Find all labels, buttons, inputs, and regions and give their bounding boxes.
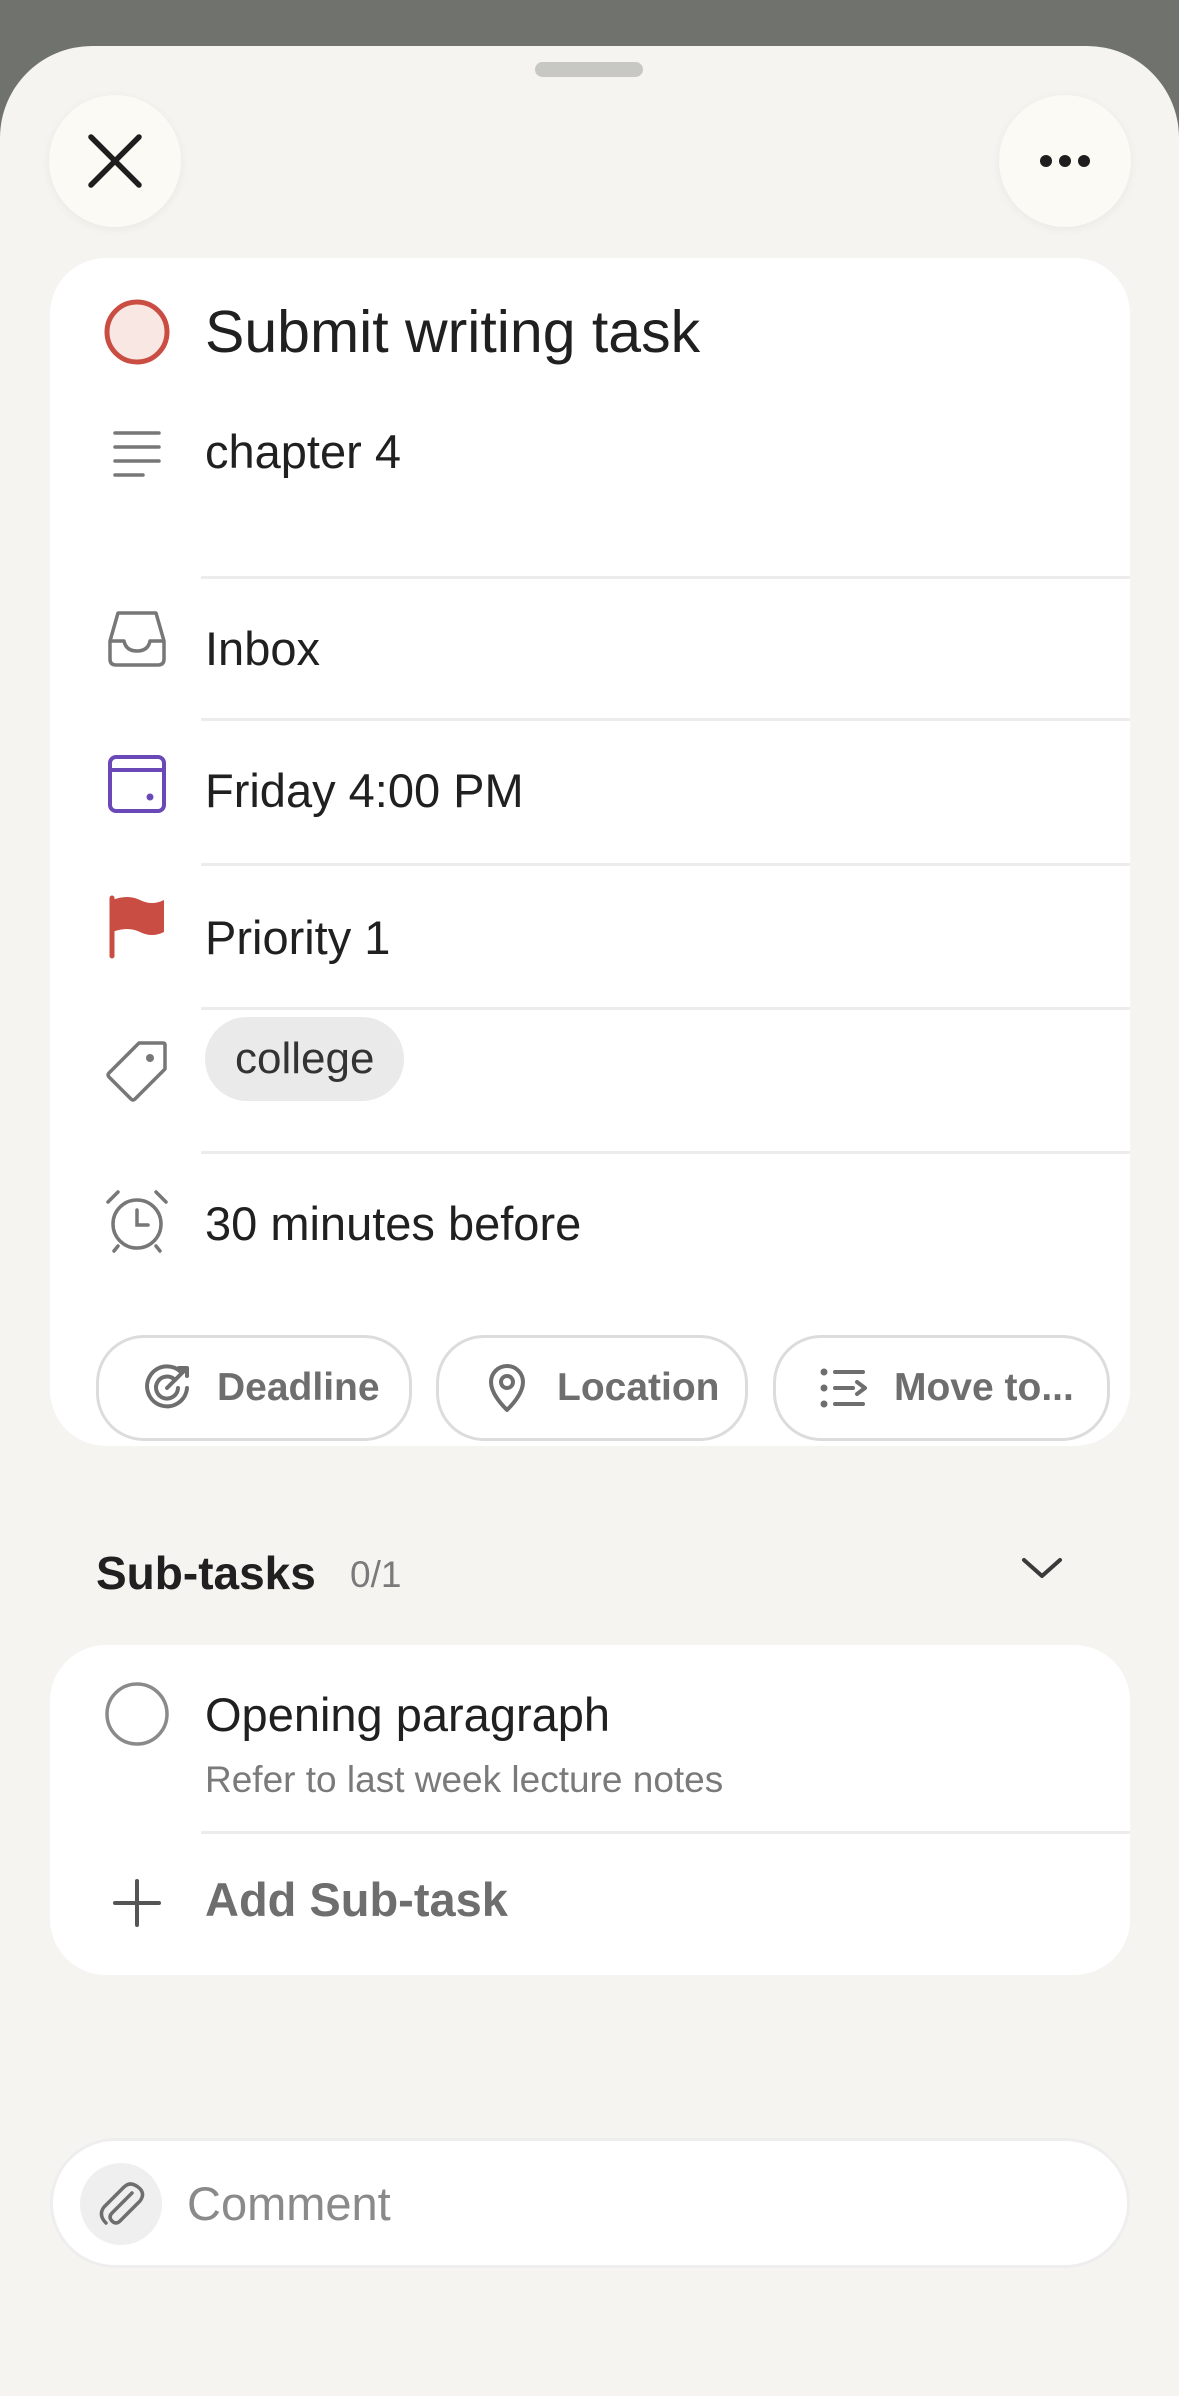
move-to-label: Move to...: [894, 1366, 1074, 1409]
add-subtask-label: Add Sub-task: [205, 1873, 508, 1926]
move-to-button[interactable]: Move to...: [773, 1335, 1110, 1441]
subtasks-card: Opening paragraph Refer to last week lec…: [50, 1645, 1130, 1975]
task-checkbox[interactable]: [104, 299, 170, 365]
priority-circle-icon: [104, 299, 170, 365]
location-label: Location: [557, 1366, 720, 1409]
project-row[interactable]: Inbox: [50, 579, 1130, 719]
inbox-icon: [108, 611, 166, 667]
alarm-clock-icon: [106, 1190, 168, 1253]
reminder-row[interactable]: 30 minutes before: [50, 1154, 1130, 1294]
description-icon: [113, 431, 161, 477]
add-subtask-button[interactable]: Add Sub-task: [50, 1834, 1130, 1975]
deadline-icon: [145, 1364, 189, 1409]
task-detail-sheet: Submit writing task chapter 4 Inbox Frid…: [0, 46, 1179, 2396]
tag-icon: [106, 1041, 167, 1102]
more-horizontal-icon: [1040, 155, 1090, 167]
subtasks-collapse-toggle[interactable]: [1020, 1554, 1070, 1590]
subtask-note: Refer to last week lecture notes: [205, 1759, 724, 1800]
deadline-label: Deadline: [217, 1366, 380, 1409]
location-pin-icon: [489, 1364, 525, 1412]
flag-icon: [109, 895, 164, 959]
reminder-text: 30 minutes before: [205, 1197, 582, 1250]
attach-button[interactable]: [80, 2163, 162, 2245]
location-button[interactable]: Location: [436, 1335, 748, 1441]
label-chip-college[interactable]: college: [205, 1017, 405, 1101]
calendar-icon: [108, 755, 166, 813]
paperclip-icon: [99, 2182, 145, 2225]
chevron-down-icon: [1022, 1558, 1062, 1578]
task-card: Submit writing task chapter 4 Inbox Frid…: [50, 258, 1130, 1446]
move-list-icon: [820, 1368, 867, 1408]
close-button[interactable]: [49, 95, 181, 227]
plus-icon: [113, 1879, 161, 1927]
more-button[interactable]: [999, 95, 1131, 227]
subtasks-count: 0/1: [350, 1554, 402, 1595]
date-row[interactable]: Friday 4:00 PM: [50, 721, 1130, 861]
comment-input[interactable]: Comment: [187, 2176, 391, 2231]
close-icon: [88, 134, 142, 188]
sheet-grabber[interactable]: [535, 62, 643, 77]
priority-row[interactable]: Priority 1: [50, 866, 1130, 1006]
priority-text: Priority 1: [205, 911, 391, 964]
date-text: Friday 4:00 PM: [205, 764, 524, 817]
subtask-item[interactable]: Opening paragraph Refer to last week lec…: [50, 1645, 1130, 1831]
subtask-title: Opening paragraph: [205, 1688, 611, 1741]
subtask-checkbox[interactable]: [104, 1681, 170, 1747]
comment-bar[interactable]: Comment: [50, 2138, 1130, 2268]
task-title-row[interactable]: Submit writing task: [50, 258, 1130, 398]
project-text: Inbox: [205, 622, 320, 675]
labels-row[interactable]: college: [50, 1010, 1130, 1150]
description-text: chapter 4: [205, 425, 401, 478]
subtasks-heading: Sub-tasks: [96, 1547, 316, 1599]
deadline-button[interactable]: Deadline: [96, 1335, 412, 1441]
description-row[interactable]: chapter 4: [50, 398, 1130, 538]
task-title[interactable]: Submit writing task: [205, 298, 700, 366]
circle-checkbox-icon: [105, 1682, 169, 1746]
